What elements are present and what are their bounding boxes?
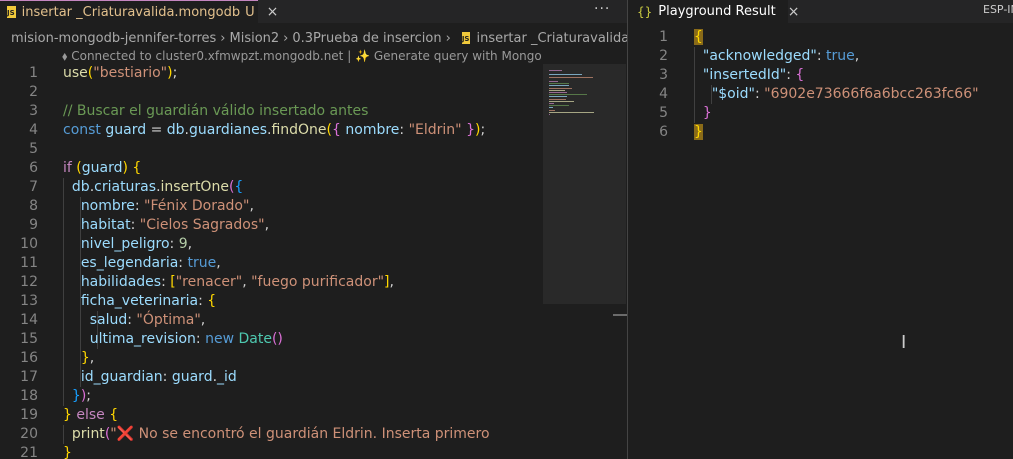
breadcrumb-item-folder[interactable]: Mision2 [229, 31, 279, 46]
js-file-icon: JS [461, 32, 471, 44]
code-line[interactable]: 6 if (guard) { [0, 159, 543, 178]
sparkle-icon: ✨ [355, 49, 371, 63]
code-line[interactable]: 3// Buscar el guardián válido insertado … [0, 102, 543, 121]
code-line[interactable]: 7 db.criaturas.insertOne({ [0, 178, 543, 197]
js-file-icon: JS [7, 6, 16, 18]
code-line[interactable]: 13 ficha_veterinaria: { [0, 292, 543, 311]
code-line[interactable]: 9 habitat: "Cielos Sagrados", [0, 216, 543, 235]
code-line[interactable]: 11 es_legendaria: true, [0, 254, 543, 273]
result-line[interactable]: 5 } [628, 104, 1013, 123]
minimap-line [549, 83, 569, 85]
generate-query-link[interactable]: Generate query with MongoDB Copilot [374, 49, 542, 63]
chevron-right-icon: › [445, 30, 451, 46]
chevron-right-icon: › [220, 30, 226, 46]
tab-title: Playground Result [658, 4, 776, 19]
code-line[interactable]: 21} [0, 444, 543, 459]
minimap-line [549, 109, 555, 111]
close-icon[interactable]: × [267, 4, 279, 20]
minimap-line [549, 94, 587, 96]
minimap-line [549, 81, 558, 82]
code-line[interactable]: 15 ultima_revision: new Date() [0, 330, 543, 349]
minimap-line [549, 111, 594, 113]
code-line[interactable]: 20 print("❌ No se encontró el guardián E… [0, 425, 543, 444]
code-line[interactable]: 2 [0, 83, 543, 102]
tab-insertar-criatura[interactable]: JS insertar _Criaturavalida.mongodb U × [0, 0, 278, 23]
breadcrumb: mision-mongodb-jennifer-torres › Mision2… [0, 28, 627, 48]
result-line[interactable]: 6} [628, 123, 1013, 142]
right-tab-bar: {} Playground Result × ESP-IN [628, 0, 1013, 23]
breadcrumb-item-file[interactable]: insertar _Criaturavalida.mongodb [476, 31, 627, 46]
minimap-line [549, 74, 582, 76]
text-cursor-icon: I [901, 332, 907, 353]
untracked-badge: U [245, 4, 255, 20]
minimap-line [549, 87, 572, 89]
minimap-line [549, 96, 567, 98]
minimap-line [549, 100, 574, 102]
chevron-right-icon: › [283, 30, 289, 46]
code-line[interactable]: 16 }, [0, 349, 543, 368]
close-icon[interactable]: × [788, 4, 800, 20]
minimap-line [549, 114, 550, 115]
minimap-line [549, 85, 569, 87]
minimap-line [549, 105, 569, 107]
minimap-line [549, 103, 554, 104]
codelens-divider: | [347, 49, 352, 63]
breadcrumb-item-root[interactable]: mision-mongodb-jennifer-torres [11, 31, 216, 46]
right-editor-group: {} Playground Result × ESP-IN 1{ 2 "ackn… [628, 0, 1013, 459]
minimap-line [549, 89, 565, 91]
playground-result-editor[interactable]: 1{ 2 "acknowledged": true, 3 "insertedId… [628, 28, 1013, 459]
code-line[interactable]: 17 id_guardian: guard._id [0, 368, 543, 387]
code-editor[interactable]: 1 use("bestiario"); 2 3// Buscar el guard… [0, 64, 543, 459]
tab-title: insertar _Criaturavalida.mongodb [21, 4, 241, 20]
code-line[interactable]: 5 [0, 140, 543, 159]
connection-status-icon: ⬧ [62, 49, 68, 63]
code-line[interactable]: 1 use("bestiario"); [0, 64, 543, 83]
minimap-line [549, 107, 553, 109]
result-line[interactable]: 4 "$oid": "6902e73666f6a6bcc263fc66" [628, 85, 1013, 104]
connection-status[interactable]: Connected to cluster0.xfmwpzt.mongodb.ne… [71, 49, 343, 63]
codelens-bar: ⬧ Connected to cluster0.xfmwpzt.mongodb.… [62, 49, 542, 64]
result-line[interactable]: 2 "acknowledged": true, [628, 47, 1013, 66]
result-line[interactable]: 3 "insertedId": { [628, 66, 1013, 85]
code-line[interactable]: 4 const guard = db.guardianes.findOne({ n… [0, 121, 543, 140]
breadcrumb-item-subfolder[interactable]: 0.3Prueba de insercion [292, 31, 441, 46]
esp-label[interactable]: ESP-IN [983, 3, 1013, 16]
scrollbar-thumb[interactable] [613, 314, 627, 316]
minimap-line [549, 70, 562, 71]
left-editor-group: JS insertar _Criaturavalida.mongodb U × … [0, 0, 627, 459]
tab-playground-result[interactable]: {} Playground Result × [628, 0, 799, 23]
code-line[interactable]: 12 habilidades: ["renacer", "fuego purif… [0, 273, 543, 292]
left-tab-bar: JS insertar _Criaturavalida.mongodb U × … [0, 0, 627, 23]
code-line[interactable]: 18 }); [0, 387, 543, 406]
json-braces-icon: {} [637, 4, 653, 19]
code-line[interactable]: 14 salud: "Óptima", [0, 311, 543, 330]
code-line[interactable]: 19} else { [0, 406, 543, 425]
minimap-line [549, 92, 567, 93]
more-actions-icon[interactable]: ··· [594, 1, 610, 17]
vertical-scrollbar[interactable] [613, 64, 627, 459]
minimap-line [549, 98, 566, 100]
result-line[interactable]: 1{ [628, 28, 1013, 47]
minimap-line [549, 76, 593, 78]
code-line[interactable]: 10 nivel_peligro: 9, [0, 235, 543, 254]
code-line[interactable]: 8 nombre: "Fénix Dorado", [0, 197, 543, 216]
